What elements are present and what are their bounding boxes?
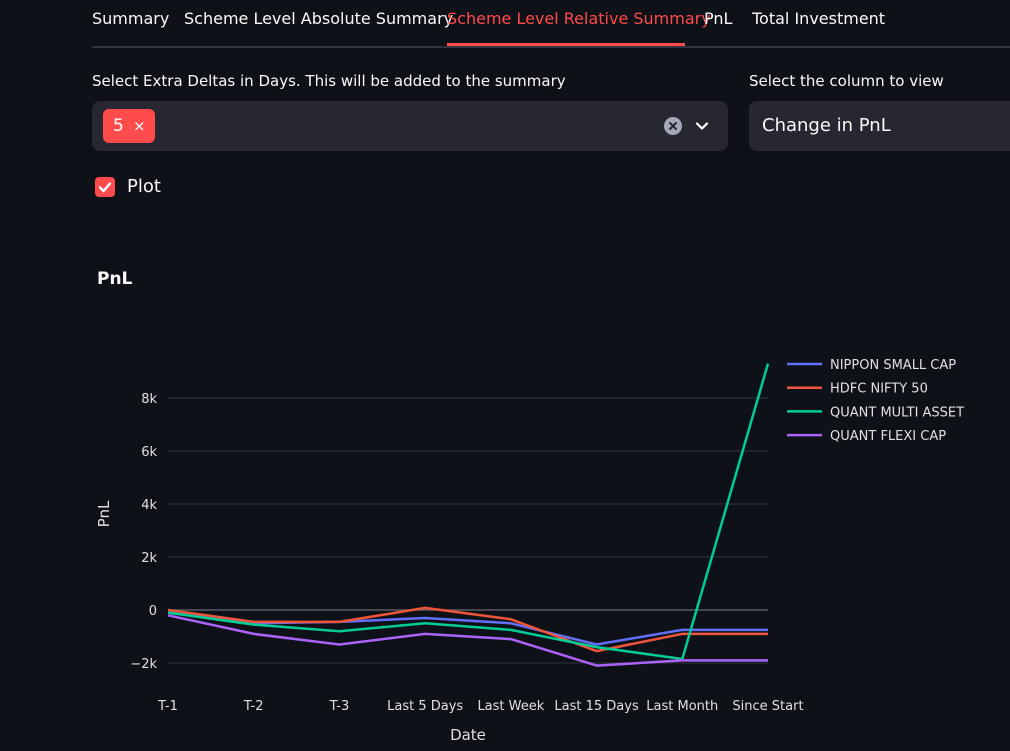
y-tick-label: 6k <box>141 445 157 460</box>
chart-legend: NIPPON SMALL CAP HDFC NIFTY 50 QUANT MULTI… <box>787 358 964 444</box>
y-tick-label: 8k <box>141 392 157 407</box>
series-line-nippon-small-cap <box>167 611 768 646</box>
legend-label: QUANT MULTI ASSET <box>830 405 964 420</box>
y-tick-label: −2k <box>130 657 157 672</box>
y-tick-label: 4k <box>141 498 157 513</box>
x-tick-label: Last 5 Days <box>387 699 463 714</box>
legend-label: QUANT FLEXI CAP <box>830 429 946 444</box>
legend-item[interactable]: HDFC NIFTY 50 <box>787 382 928 397</box>
y-tick-label: 0 <box>149 604 157 619</box>
chart-y-tick-labels: −2k 0 2k 4k 6k 8k <box>130 392 157 672</box>
x-tick-label: Last Week <box>477 699 544 714</box>
x-axis-label: Date <box>450 726 486 744</box>
x-tick-label: T-3 <box>329 699 350 714</box>
legend-item[interactable]: NIPPON SMALL CAP <box>787 358 956 373</box>
y-axis-label: PnL <box>95 500 113 527</box>
chart-x-tick-labels: T-1 T-2 T-3 Last 5 Days Last Week Last 15 Day… <box>157 699 803 714</box>
legend-item[interactable]: QUANT FLEXI CAP <box>787 429 946 444</box>
chart-series-lines <box>167 363 770 667</box>
x-tick-label: T-2 <box>243 699 264 714</box>
pnl-line-chart: PnL −2k 0 2k 4k 6k 8k T-1 T-2 T-3 Last 5 Days Las… <box>95 269 964 744</box>
x-tick-label: T-1 <box>157 699 178 714</box>
legend-label: NIPPON SMALL CAP <box>830 358 956 373</box>
legend-item[interactable]: QUANT MULTI ASSET <box>787 405 964 420</box>
y-tick-label: 2k <box>141 551 157 566</box>
x-tick-label: Last Month <box>646 699 718 714</box>
x-tick-label: Since Start <box>732 699 803 714</box>
legend-label: HDFC NIFTY 50 <box>830 382 928 397</box>
chart-title: PnL <box>97 269 133 289</box>
x-tick-label: Last 15 Days <box>554 699 639 714</box>
